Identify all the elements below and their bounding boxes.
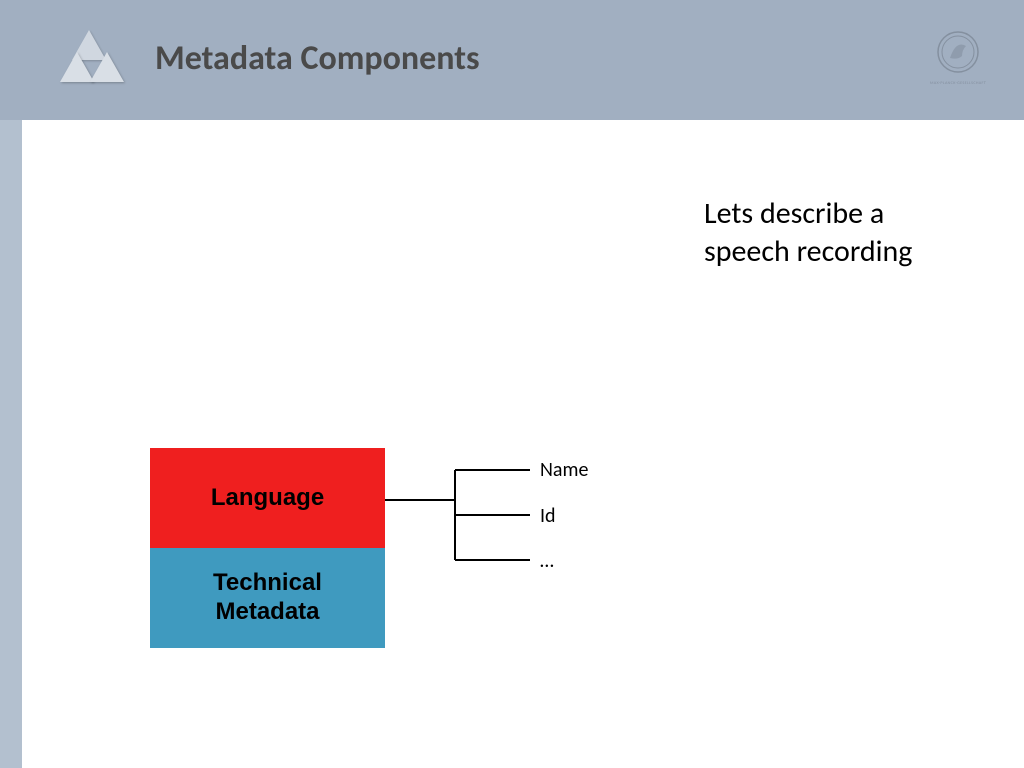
branch-label-ellipsis: … (540, 549, 554, 573)
box-language-label: Language (211, 484, 324, 512)
box-technical-metadata: Technical Metadata (150, 548, 385, 648)
slide-caption: Lets describe a speech recording (704, 195, 974, 270)
svg-text:MAX-PLANCK-GESELLSCHAFT: MAX-PLANCK-GESELLSCHAFT (930, 81, 986, 86)
slide: Metadata Components MAX-PLANCK-GESELLSCH… (0, 0, 1024, 768)
slide-title: Metadata Components (155, 38, 480, 79)
branch-label-name: Name (540, 458, 588, 482)
box-technical-label: Technical Metadata (213, 569, 322, 627)
branch-label-id: Id (540, 504, 556, 528)
box-language: Language (150, 448, 385, 548)
triangles-icon (68, 30, 128, 85)
mpg-seal-icon: MAX-PLANCK-GESELLSCHAFT (928, 28, 988, 88)
slide-header: Metadata Components MAX-PLANCK-GESELLSCH… (0, 0, 1024, 120)
branch-connector (385, 450, 545, 590)
